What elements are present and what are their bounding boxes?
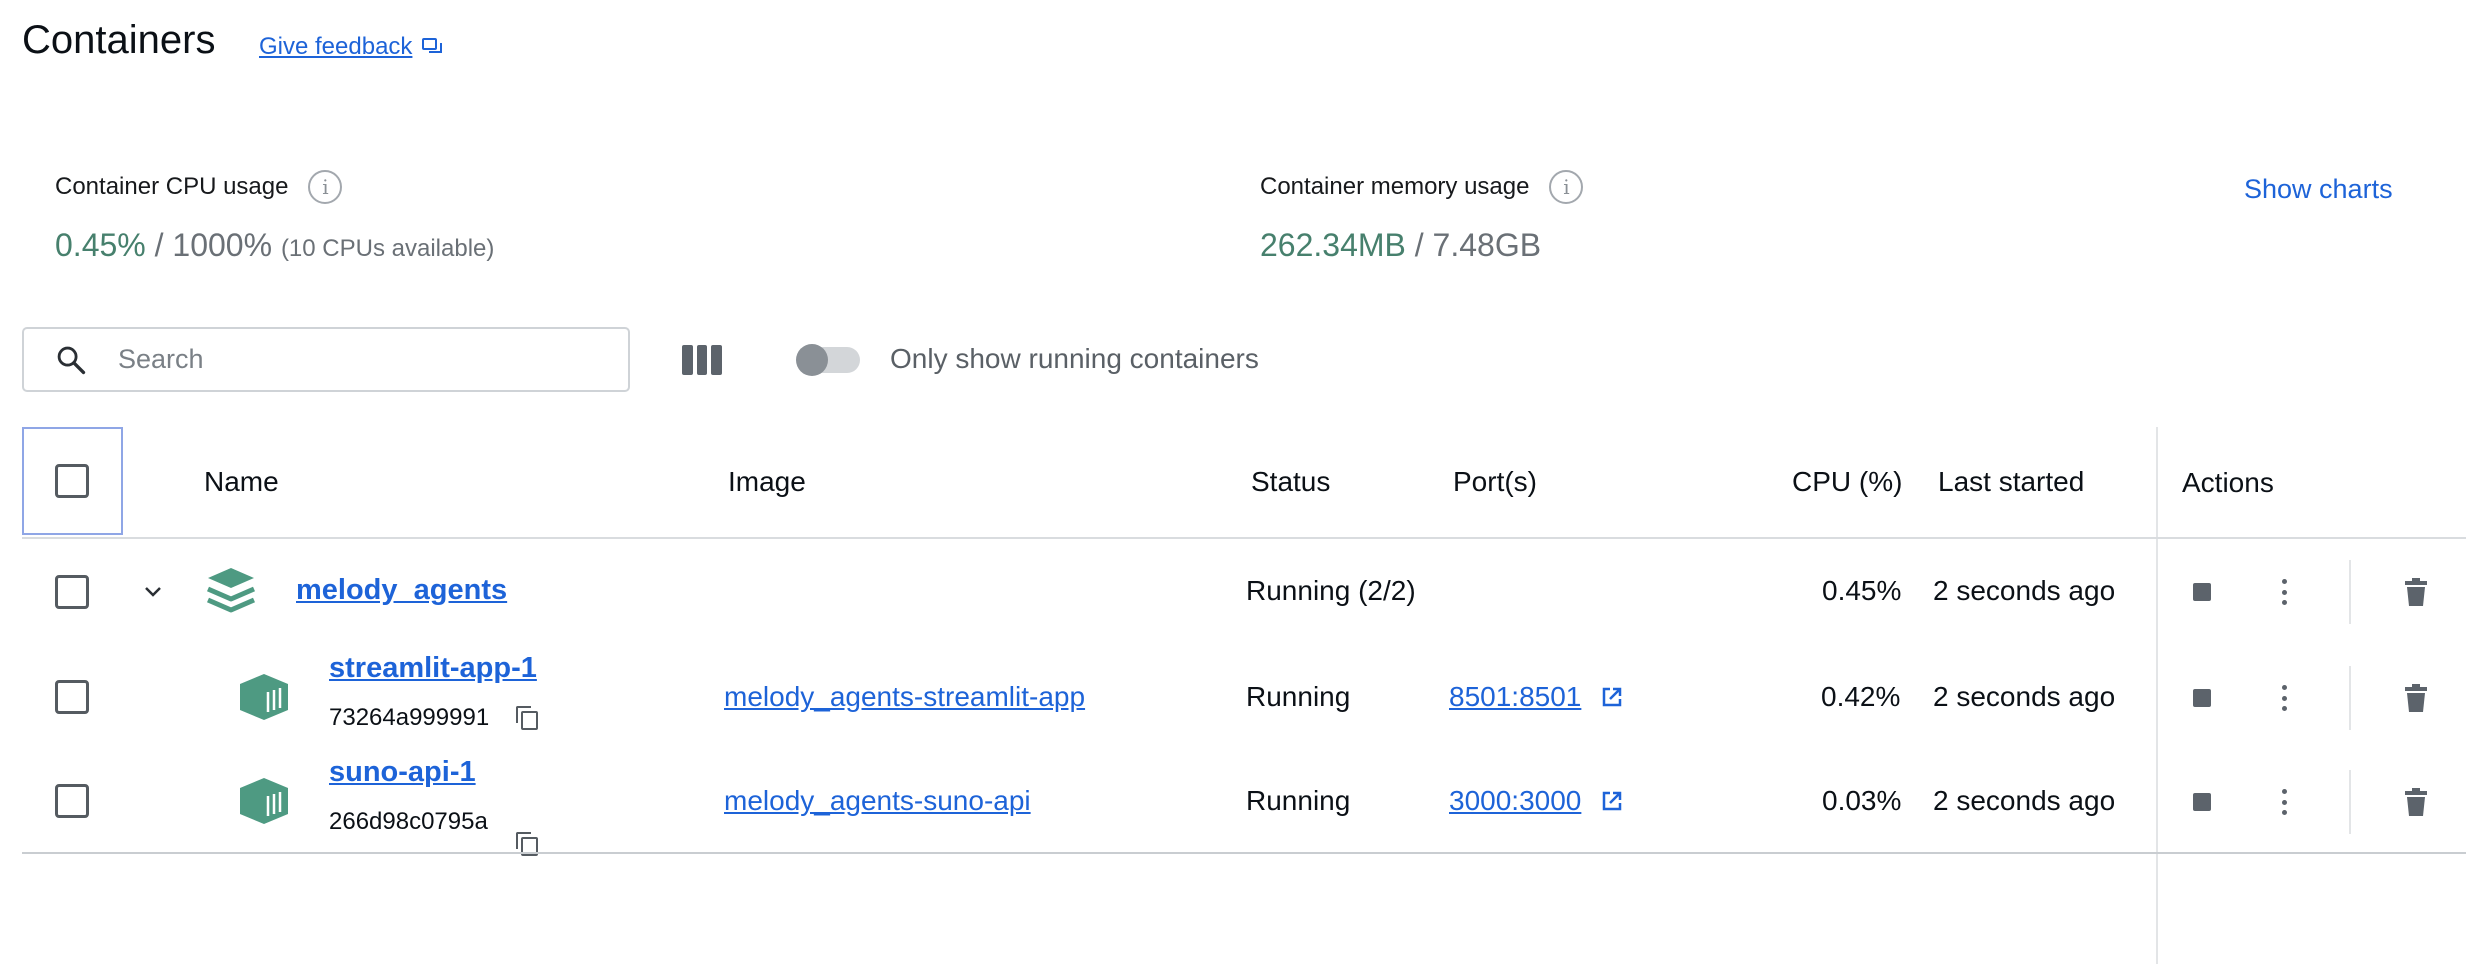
feedback-icon [422, 38, 443, 53]
stop-icon[interactable] [2193, 689, 2211, 707]
cpu-info-icon[interactable]: i [308, 170, 343, 204]
memory-usage-value: 262.34MB / 7.48GB [1260, 227, 1541, 264]
container-name-link[interactable]: suno-api-1 [329, 756, 476, 789]
header-divider [22, 537, 2466, 539]
table-bottom-divider [22, 852, 2466, 854]
give-feedback-label: Give feedback [259, 33, 413, 60]
column-header-last-started[interactable]: Last started [1938, 466, 2084, 498]
actions-separator [2349, 770, 2351, 834]
group-more-icon[interactable] [2281, 579, 2287, 605]
container-cpu: 0.42% [1821, 681, 1901, 712]
column-header-status[interactable]: Status [1251, 466, 1330, 498]
more-actions-icon[interactable] [2281, 789, 2287, 815]
show-charts-button[interactable]: Show charts [2244, 174, 2393, 205]
external-link-icon[interactable] [1601, 790, 1623, 812]
container-id: 73264a999991 [329, 704, 490, 731]
compose-stack-icon [207, 568, 255, 613]
image-link[interactable]: melody_agents-streamlit-app [724, 681, 1085, 713]
cpu-used: 0.45% [55, 227, 146, 263]
column-header-image[interactable]: Image [728, 466, 806, 498]
group-stop-icon[interactable] [2193, 583, 2211, 601]
row-checkbox-suno[interactable] [55, 784, 89, 818]
column-header-name[interactable]: Name [204, 466, 279, 498]
cpu-separator: / [145, 227, 173, 263]
group-delete-icon[interactable] [2405, 578, 2427, 606]
columns-toggle-icon[interactable] [682, 345, 723, 375]
container-last-started: 2 seconds ago [1933, 785, 2116, 816]
memory-usage-label-text: Container memory usage [1260, 173, 1530, 200]
port-link-label[interactable]: 8501:8501 [1449, 681, 1581, 712]
container-status: Running [1246, 681, 1351, 712]
memory-info-icon[interactable]: i [1549, 170, 1584, 204]
memory-used: 262.34MB [1260, 227, 1406, 263]
image-link[interactable]: melody_agents-suno-api [724, 785, 1031, 817]
give-feedback-link[interactable]: Give feedback [259, 33, 444, 61]
container-status: Running [1246, 785, 1351, 816]
running-only-label: Only show running containers [890, 343, 1259, 374]
container-icon [240, 778, 288, 824]
select-all-checkbox[interactable] [55, 464, 89, 498]
cpu-total: 1000% [172, 227, 273, 263]
more-actions-icon[interactable] [2281, 685, 2287, 711]
copy-id-icon[interactable] [516, 832, 538, 856]
group-status: Running (2/2) [1246, 575, 1416, 606]
running-only-toggle[interactable] [796, 344, 860, 376]
page-title: Containers [22, 18, 216, 62]
toggle-knob [796, 344, 828, 376]
delete-icon[interactable] [2405, 788, 2427, 816]
port-link[interactable]: 8501:8501 [1449, 681, 1623, 713]
cpu-available-note: (10 CPUs available) [280, 235, 495, 262]
search-icon [57, 346, 86, 374]
port-link-label[interactable]: 3000:3000 [1449, 785, 1581, 816]
chevron-down-icon[interactable] [141, 580, 165, 604]
cpu-usage-label: Container CPU usage i [55, 170, 343, 204]
cpu-usage-label-text: Container CPU usage [55, 173, 289, 200]
cpu-usage-value: 0.45% / 1000% (10 CPUs available) [55, 227, 494, 264]
container-name-link[interactable]: streamlit-app-1 [329, 652, 537, 685]
container-cpu: 0.03% [1822, 785, 1902, 816]
memory-usage-label: Container memory usage i [1260, 170, 1584, 204]
column-header-cpu[interactable]: CPU (%) [1792, 466, 1902, 498]
memory-separator: / [1405, 227, 1433, 263]
delete-icon[interactable] [2405, 684, 2427, 712]
copy-id-icon[interactable] [516, 706, 538, 730]
container-id: 266d98c0795a [329, 808, 488, 835]
group-last-started: 2 seconds ago [1933, 575, 2116, 606]
search-box[interactable] [22, 327, 630, 392]
external-link-icon[interactable] [1601, 686, 1623, 708]
group-cpu: 0.45% [1822, 575, 1902, 606]
column-header-actions: Actions [2182, 467, 2274, 498]
actions-separator [2349, 666, 2351, 730]
search-input[interactable] [118, 344, 578, 375]
group-name-link[interactable]: melody_agents [296, 574, 507, 607]
row-checkbox-streamlit[interactable] [55, 680, 89, 714]
memory-total: 7.48GB [1432, 227, 1542, 263]
group-row-checkbox[interactable] [55, 575, 89, 609]
port-link[interactable]: 3000:3000 [1449, 785, 1623, 817]
stop-icon[interactable] [2193, 793, 2211, 811]
container-icon [240, 674, 288, 720]
group-actions-separator [2349, 560, 2351, 624]
column-header-ports[interactable]: Port(s) [1453, 466, 1537, 498]
container-last-started: 2 seconds ago [1933, 681, 2116, 712]
